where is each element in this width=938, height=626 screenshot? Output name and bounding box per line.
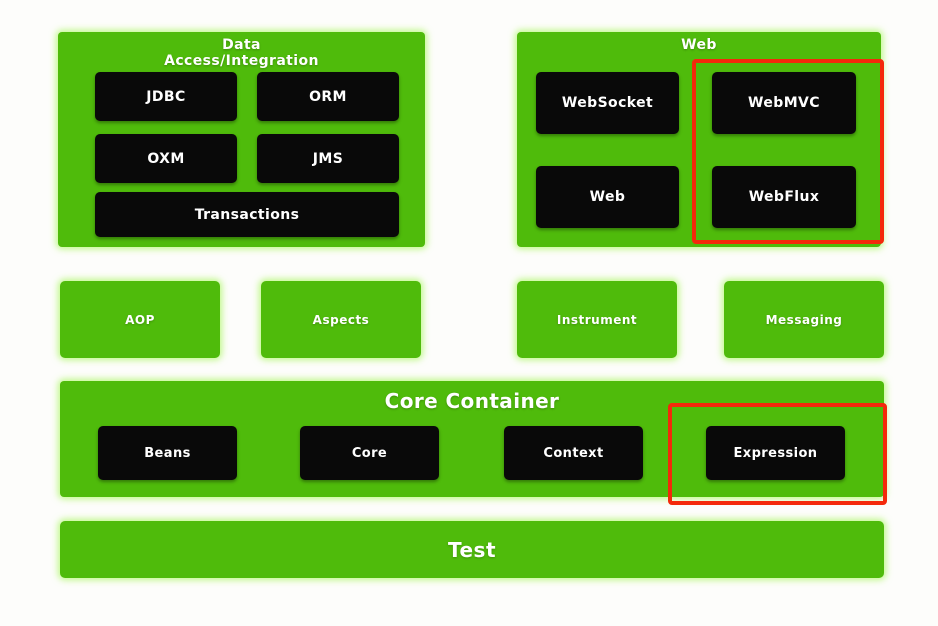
module-webflux[interactable]: WebFlux	[712, 166, 856, 228]
panel-data-access-title-line2: Access/Integration	[164, 52, 319, 69]
module-websocket[interactable]: WebSocket	[536, 72, 679, 134]
module-oxm[interactable]: OXM	[95, 134, 237, 183]
module-orm-label: ORM	[309, 88, 347, 105]
module-jdbc-label: JDBC	[146, 88, 186, 105]
module-beans[interactable]: Beans	[98, 426, 237, 480]
layer-test[interactable]: Test	[60, 521, 884, 578]
module-aop-label: AOP	[125, 312, 155, 327]
module-core-label: Core	[351, 445, 388, 461]
panel-core-container-title-label: Core Container	[384, 389, 560, 413]
panel-core-container-title: Core Container	[60, 390, 884, 412]
module-instrument-label: Instrument	[556, 312, 638, 327]
panel-data-access-title: Data Access/Integration	[58, 37, 425, 69]
layer-test-label: Test	[447, 537, 496, 562]
module-aspects-label: Aspects	[312, 312, 370, 327]
module-expression-label: Expression	[733, 445, 818, 461]
module-messaging-label: Messaging	[765, 312, 843, 327]
module-webflux-label: WebFlux	[748, 189, 820, 205]
module-core[interactable]: Core	[300, 426, 439, 480]
module-web-label: Web	[589, 189, 626, 205]
module-context[interactable]: Context	[504, 426, 643, 480]
module-instrument[interactable]: Instrument	[517, 281, 677, 358]
module-beans-label: Beans	[144, 445, 191, 461]
module-transactions[interactable]: Transactions	[95, 192, 399, 237]
module-messaging[interactable]: Messaging	[724, 281, 884, 358]
module-webmvc[interactable]: WebMVC	[712, 72, 856, 134]
module-context-label: Context	[543, 445, 604, 461]
module-expression[interactable]: Expression	[706, 426, 845, 480]
module-orm[interactable]: ORM	[257, 72, 399, 121]
spring-architecture-diagram: Data Access/Integration JDBC ORM OXM JMS…	[0, 0, 938, 626]
module-jms[interactable]: JMS	[257, 134, 399, 183]
panel-data-access-title-line1: Data	[222, 37, 261, 53]
panel-web-title: Web	[517, 37, 881, 54]
module-jdbc[interactable]: JDBC	[95, 72, 237, 121]
module-aspects[interactable]: Aspects	[261, 281, 421, 358]
module-webmvc-label: WebMVC	[748, 95, 820, 111]
panel-web-title-label: Web	[681, 37, 717, 53]
module-websocket-label: WebSocket	[561, 95, 654, 111]
module-oxm-label: OXM	[147, 150, 185, 167]
module-web[interactable]: Web	[536, 166, 679, 228]
module-transactions-label: Transactions	[194, 206, 300, 223]
module-jms-label: JMS	[312, 150, 344, 167]
module-aop[interactable]: AOP	[60, 281, 220, 358]
